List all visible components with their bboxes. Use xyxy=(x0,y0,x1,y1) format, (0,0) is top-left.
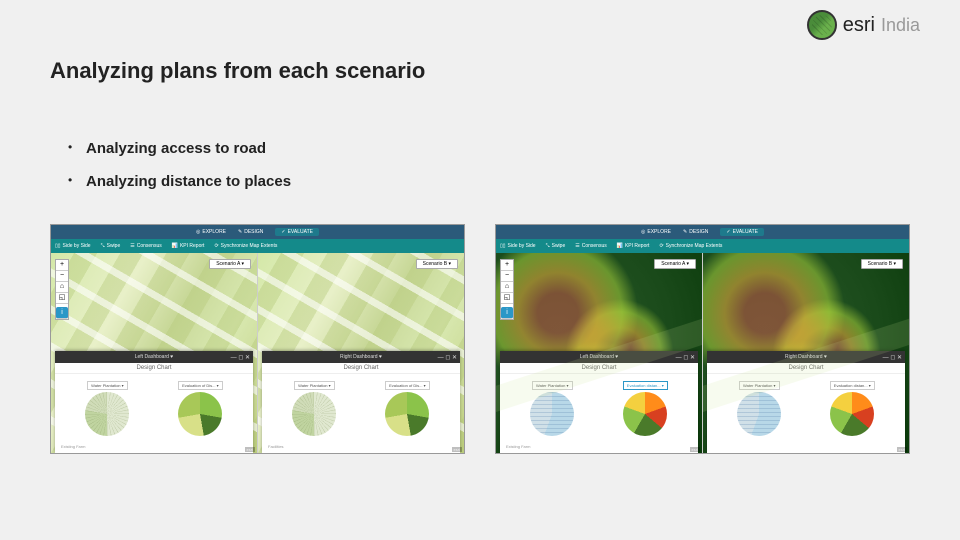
window-controls[interactable]: — ◻ ✕ xyxy=(676,354,695,361)
pie-chart xyxy=(623,392,667,436)
map-left[interactable]: +−⌂◱i Scenario A ▾ Left Dashboard ♥— ◻ ✕… xyxy=(496,253,702,453)
dash-header: Left Dashboard ♥— ◻ ✕ xyxy=(55,351,253,363)
map-right[interactable]: Scenario B ▾ Right Dashboard ♥— ◻ ✕ Desi… xyxy=(258,253,464,453)
scenario-select-a[interactable]: Scenario A ▾ xyxy=(209,259,251,269)
tool-kpi[interactable]: 📊 KPI Report xyxy=(172,243,205,249)
zoom-controls[interactable]: +−⌂◱i xyxy=(500,259,514,320)
bullet-item: Analyzing access to road xyxy=(86,140,291,157)
page-title: Analyzing plans from each scenario xyxy=(50,58,425,84)
map-compare: +−⌂◱i Scenario A ▾ Left Dashboard ♥— ◻ ✕… xyxy=(496,253,909,453)
pie-chart xyxy=(385,392,429,436)
scenario-select-b[interactable]: Scenario B ▾ xyxy=(861,259,903,269)
map-compare: +−⌂◱i Scenario A ▾ Left Dashboard ♥— ◻ ✕… xyxy=(51,253,464,453)
dash-foot: Existing Farm xyxy=(55,442,253,451)
globe-icon xyxy=(807,10,837,40)
dash-foot xyxy=(707,442,905,451)
left-dashboard: Left Dashboard ♥— ◻ ✕ Design Chart Water… xyxy=(500,351,698,453)
metric-select[interactable]: Water Plantation ▾ xyxy=(294,381,335,390)
map-attribution: esri xyxy=(897,447,907,452)
metric-select[interactable]: Evaluation of Dis... ▾ xyxy=(385,381,429,390)
nav-design[interactable]: ✎ DESIGN xyxy=(238,229,263,235)
window-controls[interactable]: — ◻ ✕ xyxy=(438,354,457,361)
dash-header: Right Dashboard ♥— ◻ ✕ xyxy=(707,351,905,363)
dash-foot: Existing Farm xyxy=(500,442,698,451)
dash-header: Left Dashboard ♥— ◻ ✕ xyxy=(500,351,698,363)
screenshot-left: ◎ EXPLORE ✎ DESIGN ✓ EVALUATE ▯▯ Side by… xyxy=(50,224,465,454)
zoom-controls[interactable]: +−⌂◱i xyxy=(55,259,69,320)
dash-header: Right Dashboard ♥— ◻ ✕ xyxy=(262,351,460,363)
metric-select[interactable]: Water Plantation ▾ xyxy=(87,381,128,390)
tool-sync[interactable]: ⟳ Synchronize Map Extents xyxy=(659,243,722,249)
brand-name: esri xyxy=(843,14,875,37)
right-dashboard: Right Dashboard ♥— ◻ ✕ Design Chart Wate… xyxy=(707,351,905,453)
tool-sync[interactable]: ⟳ Synchronize Map Extents xyxy=(214,243,277,249)
scenario-select-a[interactable]: Scenario A ▾ xyxy=(654,259,696,269)
brand-logo: esri India xyxy=(807,10,920,40)
tool-kpi[interactable]: 📊 KPI Report xyxy=(617,243,650,249)
dash-title: Design Chart xyxy=(262,363,460,374)
bullet-list: Analyzing access to road Analyzing dista… xyxy=(86,140,291,206)
app-navbar: ◎ EXPLORE ✎ DESIGN ✓ EVALUATE xyxy=(51,225,464,239)
nav-evaluate[interactable]: ✓ EVALUATE xyxy=(275,228,319,236)
pie-chart xyxy=(178,392,222,436)
screenshot-row: ◎ EXPLORE ✎ DESIGN ✓ EVALUATE ▯▯ Side by… xyxy=(50,224,910,454)
dash-title: Design Chart xyxy=(500,363,698,374)
tool-swipe[interactable]: ⤡ Swipe xyxy=(101,243,121,249)
tool-swipe[interactable]: ⤡ Swipe xyxy=(546,243,566,249)
eval-toolbar: ▯▯ Side by Side ⤡ Swipe ☰ Consensus 📊 KP… xyxy=(496,239,909,253)
metric-select[interactable]: Evaluation distan... ▾ xyxy=(623,381,668,390)
map-attribution: esri xyxy=(245,447,255,452)
pie-chart xyxy=(85,392,129,436)
brand-region: India xyxy=(881,15,920,36)
window-controls[interactable]: — ◻ ✕ xyxy=(231,354,250,361)
dash-title: Design Chart xyxy=(55,363,253,374)
metric-select[interactable]: Evaluation of Dis... ▾ xyxy=(178,381,222,390)
eval-toolbar: ▯▯ Side by Side ⤡ Swipe ☰ Consensus 📊 KP… xyxy=(51,239,464,253)
pie-chart xyxy=(737,392,781,436)
tool-consensus[interactable]: ☰ Consensus xyxy=(575,243,607,249)
nav-design[interactable]: ✎ DESIGN xyxy=(683,229,708,235)
tool-consensus[interactable]: ☰ Consensus xyxy=(130,243,162,249)
dash-foot: Facilities xyxy=(262,442,460,451)
window-controls[interactable]: — ◻ ✕ xyxy=(883,354,902,361)
map-attribution: esri xyxy=(690,447,700,452)
nav-explore[interactable]: ◎ EXPLORE xyxy=(196,229,226,235)
pie-chart xyxy=(530,392,574,436)
nav-evaluate[interactable]: ✓ EVALUATE xyxy=(720,228,764,236)
tool-sidebyside[interactable]: ▯▯ Side by Side xyxy=(55,243,91,249)
tool-sidebyside[interactable]: ▯▯ Side by Side xyxy=(500,243,536,249)
nav-explore[interactable]: ◎ EXPLORE xyxy=(641,229,671,235)
pie-chart xyxy=(830,392,874,436)
left-dashboard: Left Dashboard ♥— ◻ ✕ Design Chart Water… xyxy=(55,351,253,453)
map-left[interactable]: +−⌂◱i Scenario A ▾ Left Dashboard ♥— ◻ ✕… xyxy=(51,253,257,453)
pie-chart xyxy=(292,392,336,436)
metric-select[interactable]: Water Plantation ▾ xyxy=(532,381,573,390)
map-right[interactable]: Scenario B ▾ Right Dashboard ♥— ◻ ✕ Desi… xyxy=(703,253,909,453)
bullet-item: Analyzing distance to places xyxy=(86,173,291,190)
metric-select[interactable]: Water Plantation ▾ xyxy=(739,381,780,390)
app-navbar: ◎ EXPLORE ✎ DESIGN ✓ EVALUATE xyxy=(496,225,909,239)
dash-title: Design Chart xyxy=(707,363,905,374)
screenshot-right: ◎ EXPLORE ✎ DESIGN ✓ EVALUATE ▯▯ Side by… xyxy=(495,224,910,454)
scenario-select-b[interactable]: Scenario B ▾ xyxy=(416,259,458,269)
metric-select[interactable]: Evaluation distan... ▾ xyxy=(830,381,875,390)
map-attribution: esri xyxy=(452,447,462,452)
right-dashboard: Right Dashboard ♥— ◻ ✕ Design Chart Wate… xyxy=(262,351,460,453)
